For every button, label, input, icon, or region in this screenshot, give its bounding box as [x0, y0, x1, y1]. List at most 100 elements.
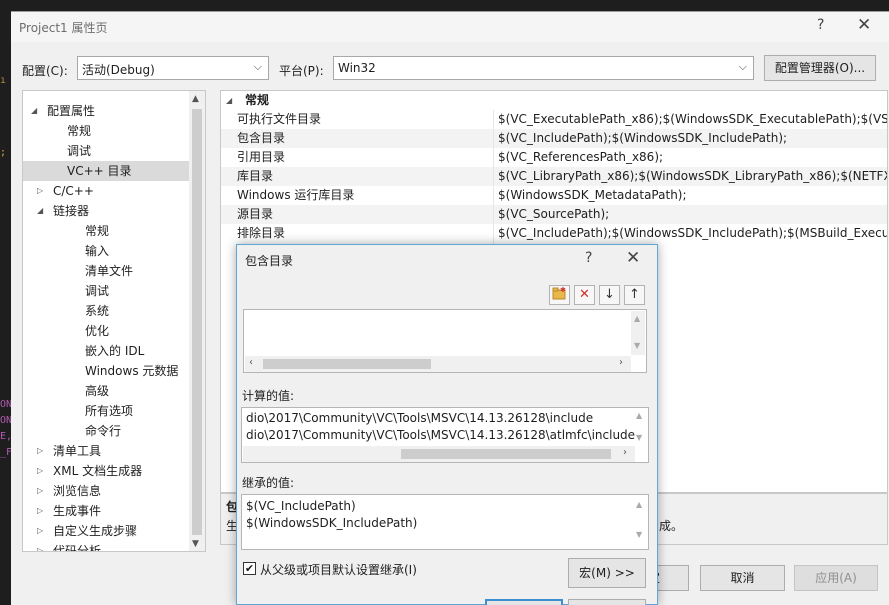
- expand-icon[interactable]: ▷: [37, 481, 43, 501]
- tree-item[interactable]: 所有选项: [23, 401, 189, 421]
- computed-vscroll[interactable]: ▲ ▼: [633, 409, 647, 445]
- collapse-icon[interactable]: ◢: [226, 91, 232, 110]
- tree-item[interactable]: ◢ 链接器: [23, 201, 189, 221]
- tree-item[interactable]: 清单文件: [23, 261, 189, 281]
- scroll-down-icon[interactable]: ▼: [636, 530, 642, 539]
- new-folder-icon[interactable]: ✱: [549, 285, 570, 305]
- inherited-values-box[interactable]: $(VC_IncludePath) $(WindowsSDK_IncludePa…: [241, 494, 649, 550]
- apply-button[interactable]: 应用(A): [794, 565, 878, 591]
- platform-select[interactable]: Win32 ⌵: [333, 56, 754, 80]
- property-value[interactable]: $(VC_IncludePath);$(WindowsSDK_IncludePa…: [498, 224, 887, 243]
- tree-item[interactable]: 输入: [23, 241, 189, 261]
- scroll-up-icon[interactable]: ▲: [634, 314, 640, 323]
- inherited-vscroll[interactable]: ▲ ▼: [633, 496, 647, 546]
- tree-item[interactable]: Windows 元数据: [23, 361, 189, 381]
- tree-item-label: 命令行: [85, 424, 122, 438]
- collapse-icon[interactable]: ◢: [31, 101, 37, 121]
- expand-icon[interactable]: ▷: [37, 521, 43, 541]
- property-row[interactable]: Windows 运行库目录 $(WindowsSDK_MetadataPath);: [221, 186, 887, 205]
- collapse-icon[interactable]: ◢: [37, 201, 43, 221]
- cancel-button[interactable]: 取消: [700, 565, 785, 591]
- tree-item[interactable]: ▷ 代码分析: [23, 541, 189, 552]
- scroll-down-icon[interactable]: ▼: [636, 433, 642, 442]
- property-row[interactable]: 排除目录 $(VC_IncludePath);$(WindowsSDK_Inclu…: [221, 224, 887, 243]
- scroll-up-icon[interactable]: ▲: [636, 411, 642, 420]
- tree-item[interactable]: ▷ 浏览信息: [23, 481, 189, 501]
- hscroll-thumb[interactable]: [401, 449, 611, 459]
- tree-item[interactable]: 命令行: [23, 421, 189, 441]
- property-value[interactable]: $(VC_ReferencesPath_x86);: [498, 148, 663, 167]
- help-icon[interactable]: ?: [817, 17, 824, 33]
- tree-item[interactable]: ▷ 清单工具: [23, 441, 189, 461]
- move-up-icon[interactable]: ↑: [624, 285, 645, 305]
- tree-item-label: 调试: [85, 284, 110, 298]
- tree-item[interactable]: 高级: [23, 381, 189, 401]
- property-row[interactable]: 包含目录 $(VC_IncludePath);$(WindowsSDK_Inclu…: [221, 129, 887, 148]
- property-value[interactable]: $(VC_ExecutablePath_x86);$(WindowsSDK_Ex…: [498, 110, 887, 129]
- expand-icon[interactable]: ▷: [37, 461, 43, 481]
- tree-item[interactable]: 系统: [23, 301, 189, 321]
- tree-item[interactable]: ▷ XML 文档生成器: [23, 461, 189, 481]
- help-icon[interactable]: ?: [585, 250, 592, 266]
- property-row[interactable]: 可执行文件目录 $(VC_ExecutablePath_x86);$(Window…: [221, 110, 887, 129]
- property-row[interactable]: 库目录 $(VC_LibraryPath_x86);$(WindowsSDK_Li…: [221, 167, 887, 186]
- expand-icon[interactable]: ▷: [37, 441, 43, 461]
- inherit-checkbox-label[interactable]: 从父级或项目默认设置继承(I): [260, 561, 417, 578]
- delete-icon[interactable]: ✕: [574, 285, 595, 305]
- expand-icon[interactable]: ▷: [37, 181, 43, 201]
- property-name: 包含目录: [237, 131, 286, 145]
- tree-item[interactable]: ▷ 自定义生成步骤: [23, 521, 189, 541]
- scroll-up-icon[interactable]: ▲: [192, 94, 199, 104]
- tree-item[interactable]: 调试: [23, 141, 189, 161]
- property-value[interactable]: $(VC_SourcePath);: [498, 205, 609, 224]
- inherit-checkbox[interactable]: ✔: [243, 562, 256, 575]
- computed-values-box[interactable]: dio\2017\Community\VC\Tools\MSVC\14.13.2…: [241, 407, 649, 463]
- scroll-down-icon[interactable]: ▼: [634, 341, 640, 350]
- close-icon[interactable]: ✕: [857, 15, 871, 35]
- tree-item-label: 代码分析: [53, 544, 102, 552]
- scroll-down-icon[interactable]: ▼: [192, 539, 199, 549]
- tree-item[interactable]: 调试: [23, 281, 189, 301]
- tree-item[interactable]: 优化: [23, 321, 189, 341]
- scroll-right-icon[interactable]: ›: [623, 447, 627, 458]
- computed-values-label: 计算的值:: [242, 389, 295, 403]
- ok-button[interactable]: [485, 599, 563, 605]
- grid-category-general[interactable]: ◢ 常规: [221, 91, 887, 110]
- tree-item-label: 所有选项: [85, 404, 134, 418]
- tree-item[interactable]: 嵌入的 IDL: [23, 341, 189, 361]
- tree-item[interactable]: VC++ 目录: [23, 161, 189, 181]
- scroll-left-icon[interactable]: ‹: [249, 357, 253, 368]
- computed-hscroll[interactable]: ›: [243, 446, 635, 462]
- tree-item[interactable]: 常规: [23, 121, 189, 141]
- expand-icon[interactable]: ▷: [37, 501, 43, 521]
- close-icon[interactable]: ✕: [626, 248, 640, 268]
- list-vscroll[interactable]: ▲ ▼: [631, 311, 645, 355]
- list-hscroll[interactable]: ‹ ›: [245, 356, 631, 372]
- property-row[interactable]: 源目录 $(VC_SourcePath);: [221, 205, 887, 224]
- tree-item[interactable]: 常规: [23, 221, 189, 241]
- move-down-icon[interactable]: ↓: [599, 285, 620, 305]
- scroll-right-icon[interactable]: ›: [619, 357, 623, 368]
- expand-icon[interactable]: ▷: [37, 541, 43, 551]
- hscroll-thumb[interactable]: [263, 359, 431, 369]
- inherited-line: $(WindowsSDK_IncludePath): [246, 516, 418, 530]
- config-select[interactable]: 活动(Debug) ⌵: [77, 56, 269, 80]
- property-value[interactable]: $(VC_LibraryPath_x86);$(WindowsSDK_Libra…: [498, 167, 887, 186]
- tree-item-label: 自定义生成步骤: [53, 524, 138, 538]
- tree-item[interactable]: ▷ C/C++: [23, 181, 189, 201]
- scroll-up-icon[interactable]: ▲: [636, 500, 642, 509]
- scroll-thumb[interactable]: [192, 109, 202, 535]
- property-value[interactable]: $(VC_IncludePath);$(WindowsSDK_IncludePa…: [498, 129, 787, 148]
- tree-item-label: 调试: [67, 144, 92, 158]
- property-value[interactable]: $(WindowsSDK_MetadataPath);: [498, 186, 687, 205]
- tree-scrollbar[interactable]: ▲ ▼: [189, 91, 205, 551]
- description-text-end: 成。: [659, 519, 684, 533]
- tree-item[interactable]: ◢ 配置属性: [23, 101, 189, 121]
- macro-button[interactable]: 宏(M) >>: [568, 558, 646, 588]
- column-divider[interactable]: [493, 110, 494, 244]
- config-manager-button[interactable]: 配置管理器(O)...: [764, 55, 876, 81]
- property-row[interactable]: 引用目录 $(VC_ReferencesPath_x86);: [221, 148, 887, 167]
- tree-item[interactable]: ▷ 生成事件: [23, 501, 189, 521]
- cancel-button[interactable]: [568, 599, 646, 605]
- directory-list[interactable]: ▲ ▼ ‹ ›: [243, 309, 647, 373]
